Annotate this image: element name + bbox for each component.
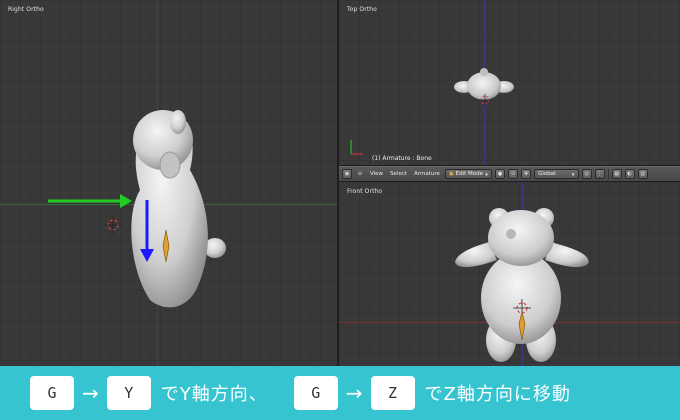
- mode-select[interactable]: ▣ Edit Mode ▼: [444, 169, 493, 179]
- viewport-shading-icon[interactable]: ●: [495, 169, 506, 179]
- instruction-text-z: でZ軸方向に移動: [424, 384, 571, 405]
- orientation-select[interactable]: Global ▼: [534, 169, 579, 179]
- chevron-down-icon: ▼: [484, 171, 489, 177]
- arrow-right-icon: →: [82, 381, 99, 405]
- viewport-right-ortho[interactable]: Right Ortho: [0, 0, 337, 366]
- instruction-text-y: でY軸方向、: [160, 384, 268, 405]
- toolbar-divider: [607, 169, 609, 179]
- editor-type-icon[interactable]: ◉: [342, 169, 352, 179]
- viewport-header-toolbar: ◉ ⊖ View Select Armature ▣ Edit Mode ▼ ●…: [339, 166, 680, 181]
- orientation-select-value: Global: [538, 171, 556, 177]
- menu-armature[interactable]: Armature: [412, 171, 442, 177]
- render-icon[interactable]: ◐: [624, 169, 635, 179]
- bear-front-view: [455, 208, 589, 362]
- menu-view[interactable]: View: [368, 171, 385, 177]
- snap-icon[interactable]: ⋮: [594, 169, 605, 179]
- collapse-menu-icon[interactable]: ⊖: [355, 169, 365, 179]
- camera-icon[interactable]: ▥: [637, 169, 648, 179]
- pivot-point-icon[interactable]: ⊙: [508, 169, 519, 179]
- viewport-front-ortho[interactable]: Front Ortho: [339, 182, 680, 366]
- key-z: Z: [370, 376, 415, 410]
- mode-icon: ▣: [448, 171, 454, 177]
- manipulator-icon[interactable]: ✥: [521, 169, 532, 179]
- viewport-top-ortho[interactable]: Top Ortho (1) Armature : Bone: [339, 0, 680, 165]
- selection-info: (1) Armature : Bone: [372, 155, 432, 162]
- key-g: G: [293, 376, 338, 410]
- proportional-edit-icon[interactable]: ◎: [581, 169, 592, 179]
- key-g: G: [30, 376, 74, 410]
- instruction-banner: G → Y でY軸方向、 G → Z でZ軸方向に移動: [0, 366, 680, 420]
- key-y: Y: [106, 376, 151, 410]
- mode-select-value: Edit Mode: [455, 171, 483, 177]
- menu-select[interactable]: Select: [388, 171, 409, 177]
- layer-grid-icon[interactable]: ▦: [611, 169, 622, 179]
- chevron-down-icon: ▼: [571, 171, 575, 177]
- bear-top-view: [350, 68, 514, 155]
- blue-arrow-icon: [140, 200, 154, 262]
- arrow-right-icon: →: [345, 381, 363, 405]
